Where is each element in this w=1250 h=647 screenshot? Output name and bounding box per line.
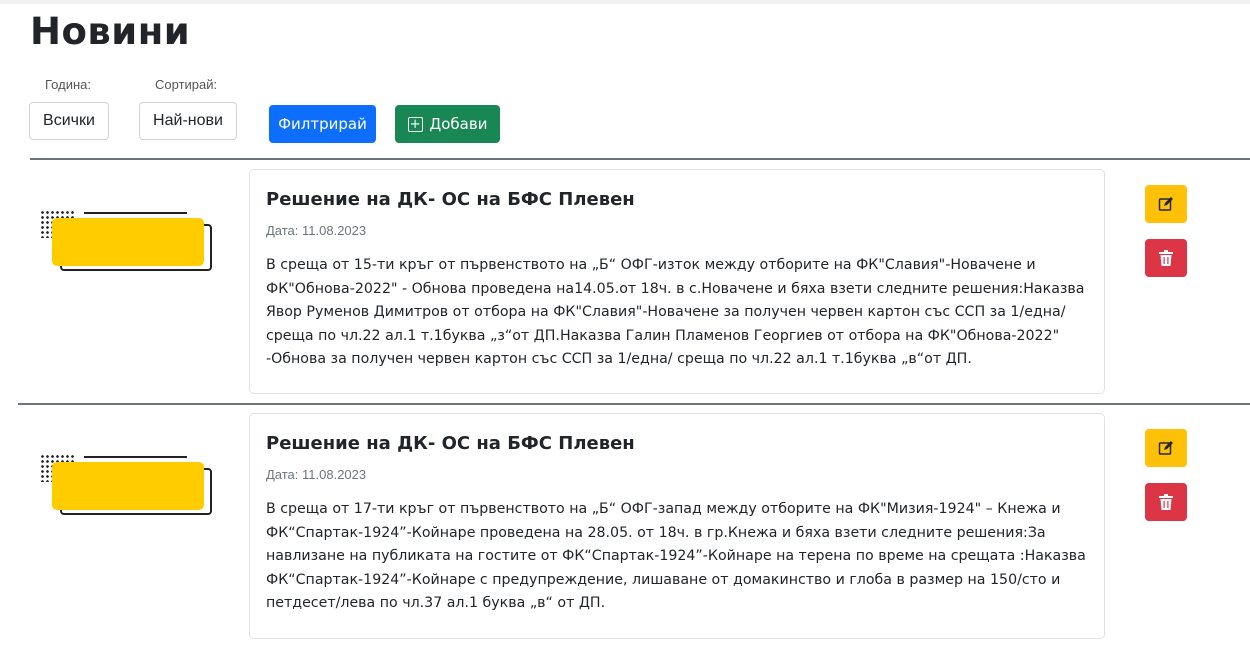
pencil-square-icon — [1158, 197, 1173, 211]
trash-icon — [1159, 494, 1173, 510]
add-button-label: Добави — [429, 115, 488, 133]
news-thumbnail — [40, 210, 215, 280]
news-text: В среща от 17-ти кръг от първенството на… — [266, 501, 1086, 611]
page-title: Новини — [30, 10, 191, 53]
thumbnail-yellow-block — [52, 462, 204, 510]
delete-button[interactable] — [1145, 483, 1187, 521]
thumbnail-line — [84, 456, 187, 458]
thumbnail-yellow-block — [52, 218, 204, 266]
year-select-value: Всички — [43, 112, 95, 129]
news-title[interactable]: Решение на ДК- ОС на БФС Плевен — [266, 433, 1088, 454]
thumbnail-line — [84, 212, 187, 214]
filter-button-label: Филтрирай — [278, 115, 367, 133]
edit-button[interactable] — [1145, 429, 1187, 467]
news-text: В среща от 15-ти кръг от първенството на… — [266, 257, 1085, 367]
news-date: Дата: 11.08.2023 — [266, 467, 367, 482]
delete-button[interactable] — [1145, 239, 1187, 277]
news-card: Решение на ДК- ОС на БФС Плевен Дата: 11… — [249, 413, 1105, 639]
news-date: Дата: 11.08.2023 — [266, 223, 367, 238]
news-title[interactable]: Решение на ДК- ОС на БФС Плевен — [266, 189, 1088, 210]
sort-select[interactable]: Най-нови — [139, 102, 237, 140]
plus-square-icon: + — [407, 116, 423, 132]
top-border — [0, 0, 1250, 4]
edit-button[interactable] — [1145, 185, 1187, 223]
divider — [30, 158, 1250, 160]
news-card: Решение на ДК- ОС на БФС Плевен Дата: 11… — [249, 169, 1105, 394]
sort-select-value: Най-нови — [153, 112, 223, 129]
year-select[interactable]: Всички — [29, 102, 109, 140]
divider — [18, 403, 1250, 405]
sort-label: Сортирай: — [155, 77, 218, 92]
filter-button[interactable]: Филтрирай — [269, 105, 376, 143]
pencil-square-icon — [1158, 441, 1173, 455]
news-thumbnail — [40, 454, 215, 524]
year-label: Година: — [45, 77, 91, 92]
add-button[interactable]: + Добави — [395, 105, 500, 143]
trash-icon — [1159, 250, 1173, 266]
